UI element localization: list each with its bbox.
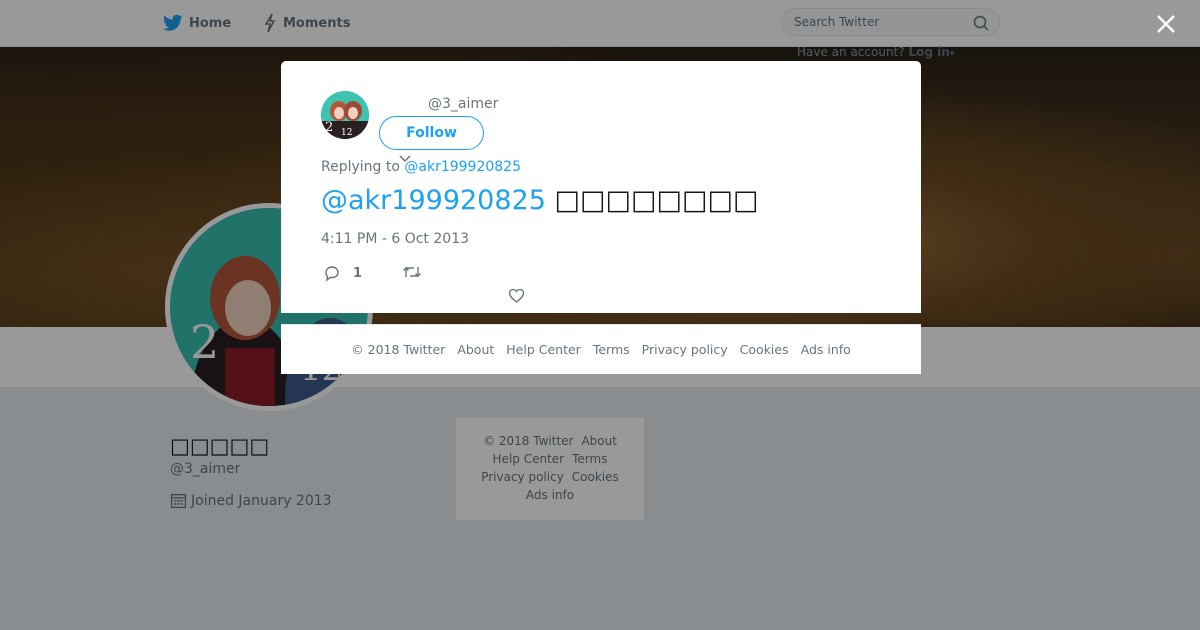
tweet-modal: 2 12 @3_aimer Follow Replying to @akr199… [281,61,921,313]
reply-button[interactable]: 1 [323,264,362,282]
retweet-icon [403,267,421,277]
svg-text:2: 2 [325,120,333,135]
tweet-mention-link[interactable]: @akr199920825 [321,185,546,216]
tweet-author-avatar[interactable]: 2 12 [321,91,369,139]
close-icon[interactable] [1154,12,1178,36]
modal-footer: © 2018 Twitter About Help Center Terms P… [281,324,921,374]
modal-footer-help-link[interactable]: Help Center [506,342,581,357]
follow-button[interactable]: Follow [379,116,484,150]
modal-footer-ads-link[interactable]: Ads info [801,342,851,357]
like-button[interactable] [508,288,525,304]
modal-footer-terms-link[interactable]: Terms [593,342,630,357]
reply-count: 1 [353,265,363,281]
replying-prefix: Replying to [321,159,400,175]
retweet-button[interactable] [402,264,422,280]
replying-to-line: Replying to @akr199920825 [321,159,521,175]
heart-icon [508,288,525,303]
modal-footer-cookies-link[interactable]: Cookies [740,342,789,357]
tweet-avatar-image: 2 12 [321,91,369,139]
modal-footer-about-link[interactable]: About [457,342,494,357]
tweet-body: □□□□□□□□ [554,185,759,216]
tweet-text: @akr199920825 □□□□□□□□ [321,185,759,216]
tweet-author-handle[interactable]: @3_aimer [428,96,498,112]
svg-text:12: 12 [341,128,352,138]
modal-footer-copyright: © 2018 Twitter [351,342,446,357]
reply-icon [325,266,339,282]
replying-to-link[interactable]: @akr199920825 [404,159,521,175]
tweet-timestamp[interactable]: 4:11 PM - 6 Oct 2013 [321,231,469,247]
modal-footer-privacy-link[interactable]: Privacy policy [642,342,728,357]
